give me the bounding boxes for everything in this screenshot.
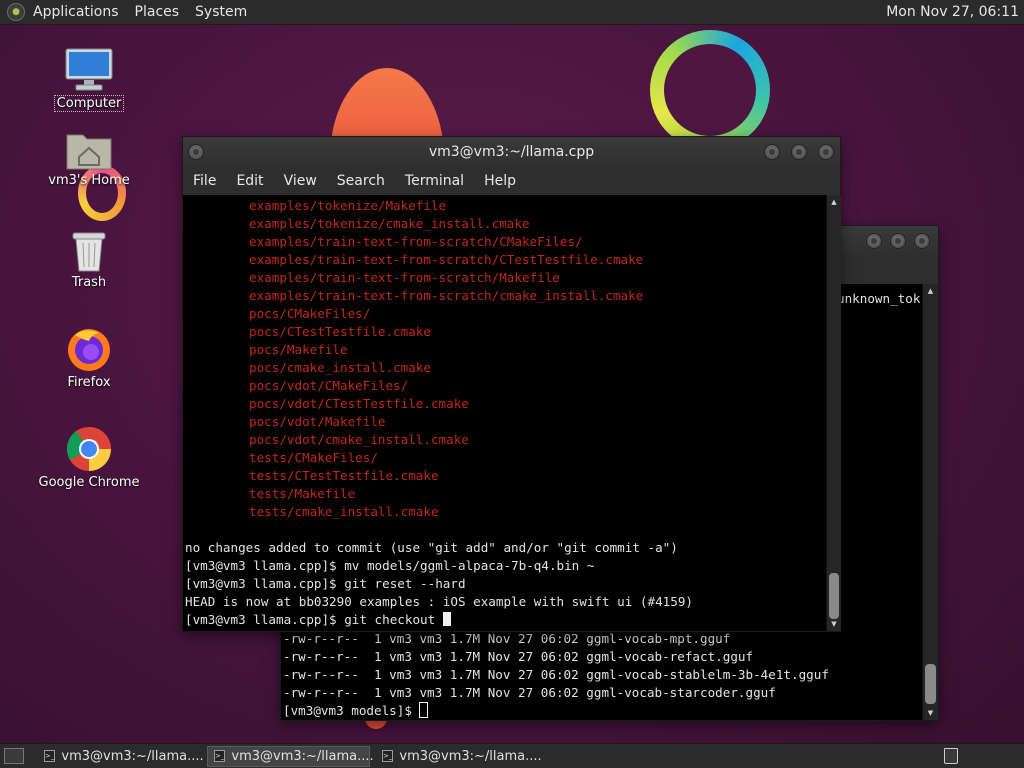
terminal-line-untracked: pocs/vdot/CTestTestfile.cmake: [249, 396, 469, 411]
scroll-down-arrow-icon[interactable]: ▼: [827, 619, 841, 629]
terminal-line-untracked: pocs/vdot/cmake_install.cmake: [249, 432, 469, 447]
terminal-line-untracked: examples/tokenize/Makefile: [249, 198, 447, 213]
menu-view[interactable]: View: [284, 173, 317, 189]
terminal-line: -rw-r--r-- 1 vm3 vm3 1.7M Nov 27 06:02 g…: [283, 685, 776, 700]
desktop-icon-computer[interactable]: Computer: [34, 47, 144, 112]
wallpaper-shape-ring: [650, 30, 770, 150]
front-terminal-scrollbar[interactable]: ▲ ▼: [826, 195, 841, 631]
terminal-line-untracked: pocs/vdot/CMakeFiles/: [249, 378, 409, 393]
terminal-line-untracked: pocs/cmake_install.cmake: [249, 360, 431, 375]
terminal-line-untracked: pocs/Makefile: [249, 342, 348, 357]
terminal-line-untracked: examples/train-text-from-scratch/CTestTe…: [249, 252, 644, 267]
terminal-line: [vm3@vm3 llama.cpp]$ git reset --hard: [185, 576, 466, 591]
taskbar-trash-icon[interactable]: [944, 748, 958, 764]
top-panel: ● Applications Places System Mon Nov 27,…: [0, 0, 1024, 25]
taskbar-item-label: vm3@vm3:~/llama....: [399, 748, 542, 764]
taskbar-item-terminal-1[interactable]: >_ vm3@vm3:~/llama....: [38, 746, 204, 767]
menu-edit[interactable]: Edit: [236, 173, 263, 189]
maximize-button[interactable]: [890, 233, 906, 249]
terminal-line: -rw-r--r-- 1 vm3 vm3 1.7M Nov 27 06:02 g…: [283, 631, 731, 646]
distro-logo-icon[interactable]: ●: [7, 3, 25, 21]
show-desktop-icon[interactable]: [4, 748, 24, 764]
scrollbar-thumb[interactable]: [829, 573, 839, 619]
taskbar-item-terminal-2[interactable]: >_ vm3@vm3:~/llama....: [207, 745, 374, 767]
bottom-taskbar: >_ vm3@vm3:~/llama.... >_ vm3@vm3:~/llam…: [0, 743, 1024, 768]
desktop-icon-label: vm3's Home: [48, 173, 130, 188]
terminal-menubar: File Edit View Search Terminal Help: [183, 167, 840, 195]
terminal-cursor: [442, 612, 451, 626]
terminal-line-untracked: tests/Makefile: [249, 486, 356, 501]
terminal-prompt-line: [vm3@vm3 models]$: [283, 702, 829, 720]
terminal-line: no changes added to commit (use "git add…: [185, 540, 678, 555]
terminal-icon: >_: [44, 750, 56, 762]
terminal-line-untracked: tests/CTestTestfile.cmake: [249, 468, 439, 483]
terminal-line: [vm3@vm3 llama.cpp]$ mv models/ggml-alpa…: [185, 558, 595, 573]
menu-file[interactable]: File: [193, 173, 216, 189]
taskbar-item-label: vm3@vm3:~/llama....: [61, 748, 204, 764]
desktop-icon-label: Google Chrome: [38, 475, 140, 490]
taskbar-item-terminal-3[interactable]: >_ vm3@vm3:~/llama....: [376, 746, 542, 767]
scroll-down-arrow-icon[interactable]: ▼: [923, 708, 938, 718]
terminal-prompt: [vm3@vm3 models]$: [283, 703, 420, 718]
taskbar-item-label: vm3@vm3:~/llama....: [231, 748, 374, 764]
close-button[interactable]: [818, 144, 834, 160]
desktop-icon-trash[interactable]: Trash: [34, 229, 144, 290]
trash-icon: [72, 232, 106, 272]
scrollbar-thumb[interactable]: [925, 664, 936, 704]
menu-places[interactable]: Places: [135, 4, 180, 20]
menu-search[interactable]: Search: [337, 173, 385, 189]
firefox-icon: [68, 329, 110, 371]
computer-icon: [65, 48, 113, 91]
terminal-line-untracked: pocs/vdot/Makefile: [249, 414, 386, 429]
scroll-up-arrow-icon[interactable]: ▲: [923, 286, 938, 296]
maximize-button[interactable]: [791, 144, 807, 160]
front-terminal-titlebar[interactable]: vm3@vm3:~/llama.cpp: [183, 137, 840, 167]
window-menu-button[interactable]: [188, 144, 204, 160]
terminal-line-untracked: examples/train-text-from-scratch/cmake_i…: [249, 288, 644, 303]
terminal-line: unknown_tok: [837, 291, 921, 306]
menu-applications[interactable]: Applications: [33, 4, 119, 20]
terminal-line: HEAD is now at bb03290 examples : iOS ex…: [185, 594, 693, 609]
front-terminal-window[interactable]: vm3@vm3:~/llama.cpp File Edit View Searc…: [183, 137, 841, 631]
minimize-button[interactable]: [866, 233, 882, 249]
terminal-line-untracked: examples/tokenize/cmake_install.cmake: [249, 216, 530, 231]
desktop-icon-chrome[interactable]: Google Chrome: [34, 425, 144, 490]
window-title: vm3@vm3:~/llama.cpp: [428, 144, 595, 160]
desktop-icon-firefox[interactable]: Firefox: [34, 325, 144, 390]
terminal-line-untracked: tests/cmake_install.cmake: [249, 504, 439, 519]
desktop-icon-label: Trash: [71, 275, 107, 290]
terminal-line-untracked: examples/train-text-from-scratch/CMakeFi…: [249, 234, 583, 249]
scroll-up-arrow-icon[interactable]: ▲: [827, 197, 841, 207]
menu-terminal[interactable]: Terminal: [405, 173, 464, 189]
close-button[interactable]: [914, 233, 930, 249]
back-terminal-scrollbar[interactable]: ▲ ▼: [922, 284, 938, 720]
terminal-line-untracked: pocs/CTestTestfile.cmake: [249, 324, 431, 339]
desktop-icon-home[interactable]: vm3's Home: [34, 129, 144, 188]
chrome-icon: [66, 427, 111, 471]
terminal-line-untracked: pocs/CMakeFiles/: [249, 306, 371, 321]
terminal-prompt-line: [vm3@vm3 llama.cpp]$ git checkout: [185, 611, 826, 629]
terminal-icon: >_: [214, 750, 226, 762]
terminal-line: -rw-r--r-- 1 vm3 vm3 1.7M Nov 27 06:02 g…: [283, 667, 829, 682]
menu-system[interactable]: System: [195, 4, 247, 20]
terminal-line: -rw-r--r-- 1 vm3 vm3 1.7M Nov 27 06:02 g…: [283, 649, 754, 664]
terminal-icon: >_: [382, 750, 394, 762]
desktop-icon-label: Computer: [53, 95, 125, 112]
menu-help[interactable]: Help: [484, 173, 516, 189]
terminal-line-untracked: tests/CMakeFiles/: [249, 450, 378, 465]
clock[interactable]: Mon Nov 27, 06:11: [886, 4, 1019, 20]
minimize-button[interactable]: [764, 144, 780, 160]
desktop-icon-label: Firefox: [67, 375, 111, 390]
home-folder-icon: [66, 134, 112, 170]
terminal-line-untracked: examples/train-text-from-scratch/Makefil…: [249, 270, 560, 285]
front-terminal-output[interactable]: examples/tokenize/Makefile examples/token…: [183, 195, 826, 631]
terminal-cursor: [419, 702, 429, 718]
terminal-prompt: [vm3@vm3 llama.cpp]$ git checkout: [185, 612, 443, 627]
